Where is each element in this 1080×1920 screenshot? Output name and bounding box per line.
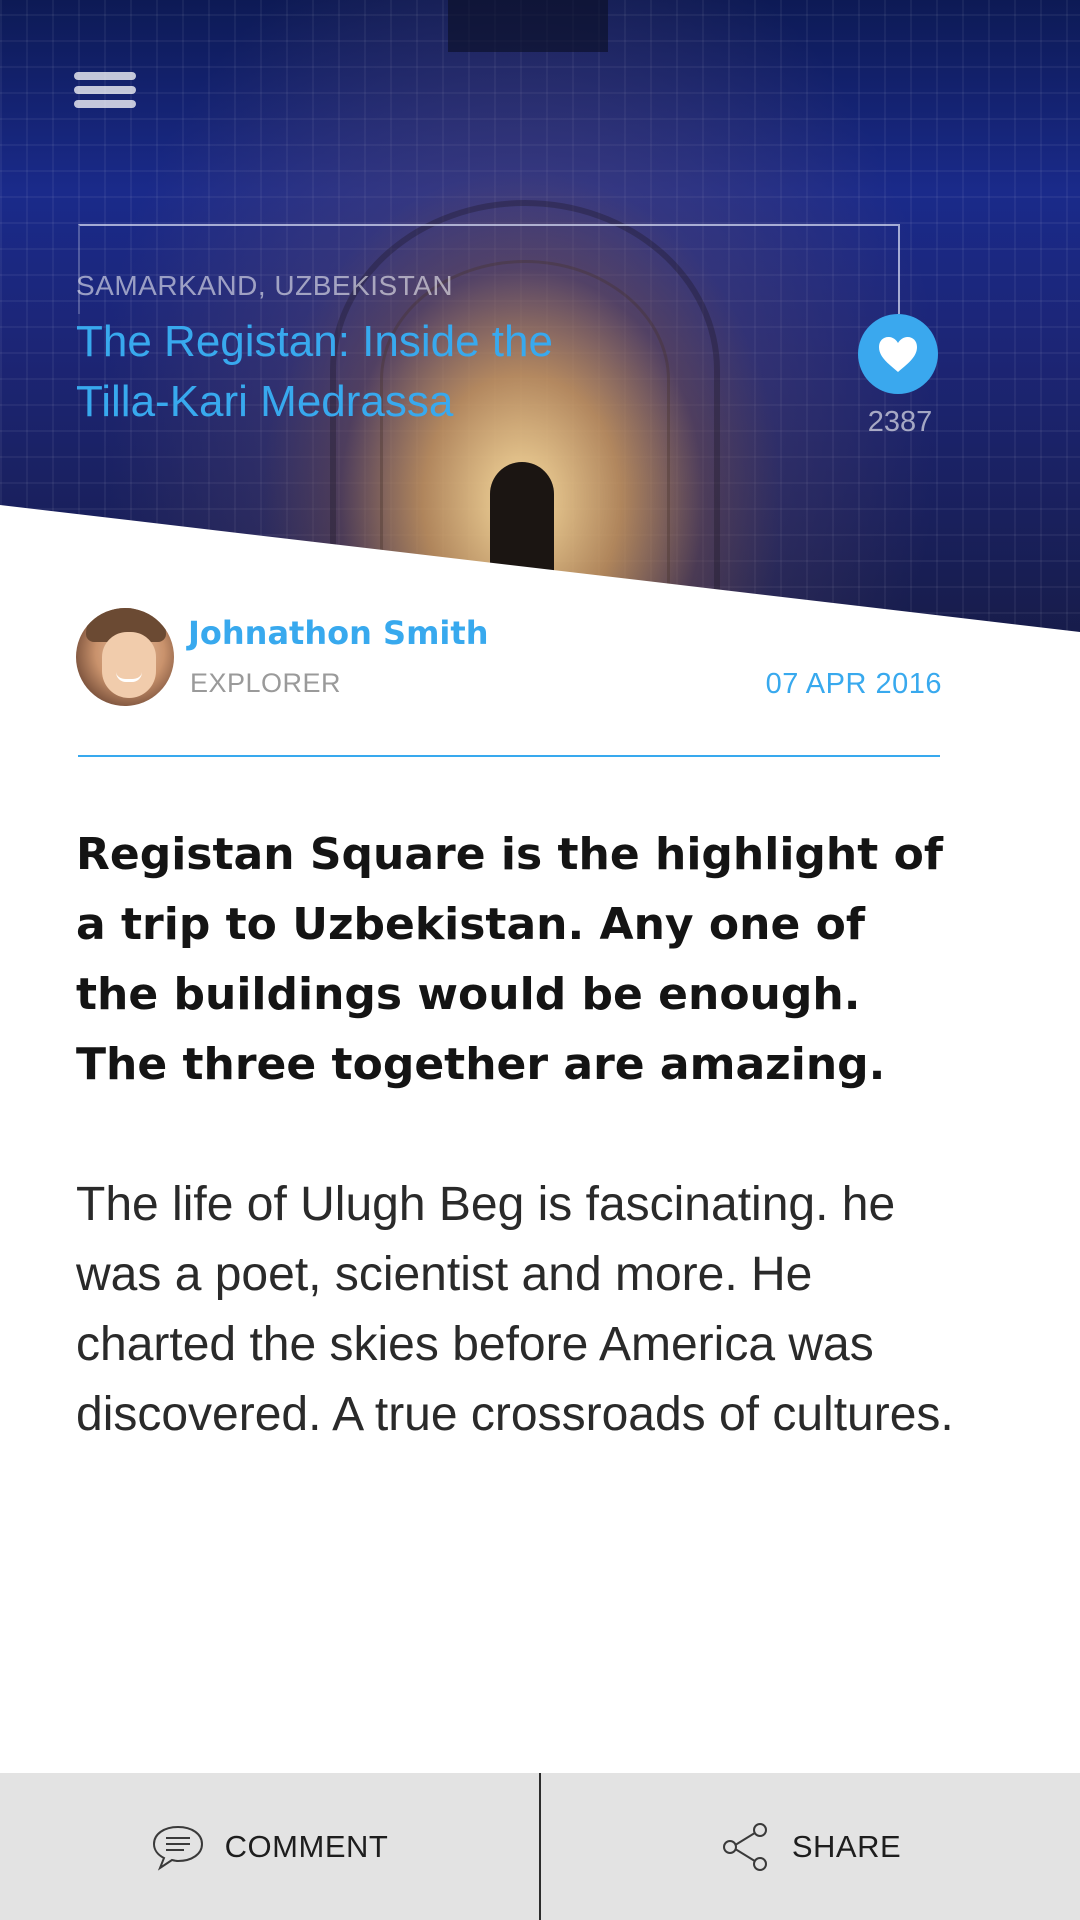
bottom-action-bar: COMMENT SHARE [0,1773,1080,1920]
location-label: SAMARKAND, UZBEKISTAN [76,270,454,301]
like-button[interactable] [858,314,938,394]
article-body: The life of Ulugh Beg is fascinating. he… [76,1178,954,1441]
hamburger-menu-icon[interactable] [74,72,136,112]
heart-icon [879,337,917,372]
author-role: EXPLORER [190,668,342,698]
author-name[interactable]: Johnathon Smith [188,614,488,652]
share-icon [722,1822,767,1871]
comment-button[interactable]: COMMENT [0,1773,541,1920]
comment-label: COMMENT [224,1828,389,1864]
post-date: 07 APR 2016 [765,668,942,700]
share-label: SHARE [791,1828,902,1864]
avatar[interactable] [76,608,174,706]
article-page: SAMARKAND, UZBEKISTAN The Registan: Insi… [0,0,1080,1920]
article-lead: Registan Square is the highlight of a tr… [76,829,943,1090]
like-count: 2387 [867,406,933,438]
comment-bubble-icon [152,1825,203,1871]
share-button[interactable]: SHARE [541,1773,1080,1920]
divider [78,755,940,757]
article-title: The Registan: Inside the Tilla-Kari Medr… [76,317,553,426]
